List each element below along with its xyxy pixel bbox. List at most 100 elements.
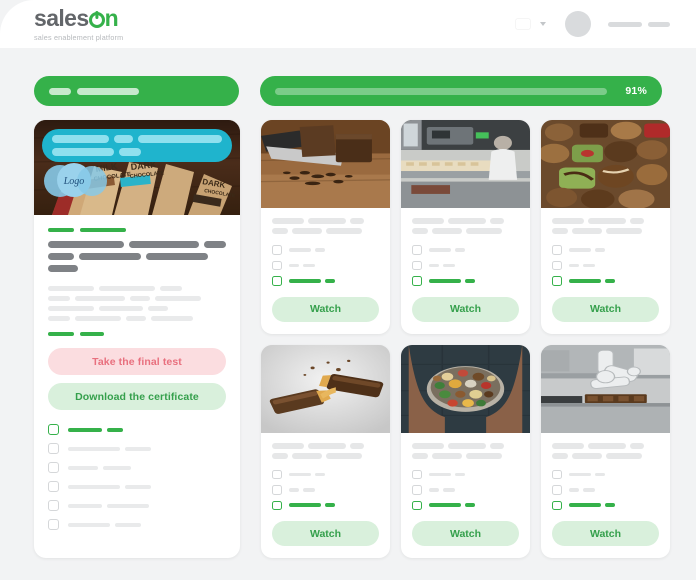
lesson-checklist-item[interactable]	[48, 462, 226, 473]
checkbox-icon[interactable]	[552, 469, 562, 479]
lesson-card-body: Watch	[261, 433, 390, 559]
checkbox-icon[interactable]	[48, 424, 59, 435]
lesson-checklist-item-label	[68, 427, 123, 432]
lesson-card-checklist-item-label	[428, 248, 465, 252]
lesson-hero-image: MILK CHOCOLATE DARK CHOCOLATE DARK CHOCO…	[34, 120, 240, 215]
take-final-test-button[interactable]: Take the final test	[48, 348, 226, 375]
lesson-card-title-row	[412, 442, 519, 449]
checkbox-icon[interactable]	[48, 443, 59, 454]
lesson-card-checklist-item[interactable]	[552, 260, 659, 270]
logo-tagline: sales enablement platform	[34, 32, 124, 42]
watch-button[interactable]: Watch	[552, 296, 659, 322]
watch-button[interactable]: Watch	[412, 521, 519, 546]
lesson-card-checklist-item-label	[428, 488, 455, 492]
brand-logo[interactable]: sales n sales enablement platform	[34, 6, 124, 42]
lesson-card-checklist-item[interactable]	[272, 276, 379, 286]
lesson-footer-dashes	[48, 332, 226, 336]
checkbox-icon[interactable]	[272, 500, 282, 510]
lesson-title-row	[48, 241, 226, 248]
lesson-card[interactable]: Watch	[401, 120, 530, 334]
lesson-card-checklist-item[interactable]	[272, 469, 379, 479]
checkbox-icon[interactable]	[552, 500, 562, 510]
checkbox-icon[interactable]	[272, 469, 282, 479]
checkbox-icon[interactable]	[412, 469, 422, 479]
lesson-card-title-row	[412, 218, 519, 224]
lesson-card-checklist-item-label	[288, 503, 335, 508]
lesson-eyebrow	[48, 228, 226, 232]
checkbox-icon[interactable]	[552, 260, 562, 270]
checkbox-icon[interactable]	[412, 500, 422, 510]
checkbox-icon[interactable]	[272, 276, 282, 286]
lesson-card-title-row	[272, 228, 379, 234]
checkbox-icon[interactable]	[272, 485, 282, 495]
checkbox-icon[interactable]	[48, 519, 59, 530]
lesson-checklist-item-label	[68, 484, 151, 489]
lesson-card-checklist	[412, 469, 519, 510]
lesson-card-checklist-item[interactable]	[412, 500, 519, 510]
checkbox-icon[interactable]	[48, 500, 59, 511]
lesson-card-checklist-item-label	[568, 263, 595, 267]
lesson-checklist-item[interactable]	[48, 519, 226, 530]
download-certificate-button[interactable]: Download the certificate	[48, 383, 226, 410]
checkbox-icon[interactable]	[552, 245, 562, 255]
lesson-card-checklist-item[interactable]	[412, 469, 519, 479]
lesson-card-checklist-item[interactable]	[412, 276, 519, 286]
lesson-card-checklist-item[interactable]	[272, 260, 379, 270]
checkbox-icon[interactable]	[412, 276, 422, 286]
lesson-card-checklist-item[interactable]	[412, 260, 519, 270]
lesson-card-checklist-item-label	[288, 248, 325, 252]
progress-row: 91%	[0, 76, 696, 108]
lesson-card-body: Watch	[261, 208, 390, 334]
checkbox-icon[interactable]	[48, 481, 59, 492]
lesson-card-body: Watch	[401, 433, 530, 559]
lesson-card-checklist-item-label	[568, 278, 615, 283]
lesson-card-checklist-item[interactable]	[552, 485, 659, 495]
lesson-card[interactable]: Watch	[401, 344, 530, 559]
checkbox-icon[interactable]	[412, 260, 422, 270]
checkbox-icon[interactable]	[272, 260, 282, 270]
lesson-card[interactable]: Watch	[261, 120, 390, 334]
lesson-card-checklist	[412, 245, 519, 286]
lesson-card-checklist-item[interactable]	[552, 500, 659, 510]
lesson-card-checklist-item[interactable]	[412, 245, 519, 255]
lesson-card[interactable]: Watch	[261, 344, 390, 559]
lesson-checklist-item[interactable]	[48, 443, 226, 454]
lesson-card-checklist	[552, 469, 659, 510]
watch-button[interactable]: Watch	[552, 521, 659, 546]
lesson-checklist-item[interactable]	[48, 481, 226, 492]
chevron-down-icon[interactable]	[540, 22, 546, 26]
lesson-card[interactable]: Watch	[541, 120, 670, 334]
lesson-card-checklist-item[interactable]	[272, 245, 379, 255]
checkbox-icon[interactable]	[272, 245, 282, 255]
lesson-card-checklist	[552, 245, 659, 286]
checkbox-icon[interactable]	[412, 485, 422, 495]
checkbox-icon[interactable]	[48, 462, 59, 473]
checkbox-icon[interactable]	[412, 245, 422, 255]
lesson-card[interactable]: Watch	[541, 344, 670, 558]
lesson-card-checklist-item[interactable]	[552, 469, 659, 479]
lesson-body-row	[48, 306, 226, 311]
lesson-card-checklist-item[interactable]	[272, 485, 379, 495]
avatar[interactable]	[565, 11, 591, 37]
checkbox-icon[interactable]	[552, 485, 562, 495]
lesson-card-checklist-item-label	[568, 472, 605, 476]
lesson-card-checklist-item[interactable]	[552, 245, 659, 255]
progress-track	[275, 87, 607, 95]
app-root: sales n sales enablement platform 91% MI…	[0, 0, 696, 580]
user-name-placeholder	[608, 21, 670, 27]
lesson-card-image	[261, 344, 390, 433]
power-o-icon	[88, 11, 105, 28]
lesson-card-grid: Watch Watch Watch Watch Watch Watch	[261, 120, 670, 558]
lesson-card-checklist-item[interactable]	[272, 500, 379, 510]
watch-button[interactable]: Watch	[412, 296, 519, 322]
poland-flag-icon[interactable]	[516, 19, 530, 29]
watch-button[interactable]: Watch	[272, 521, 379, 546]
checkbox-icon[interactable]	[552, 276, 562, 286]
hero-banner-row	[52, 135, 222, 143]
watch-button[interactable]: Watch	[272, 296, 379, 322]
lesson-checklist-item[interactable]	[48, 424, 226, 435]
lesson-card-checklist-item[interactable]	[412, 485, 519, 495]
lesson-checklist-item[interactable]	[48, 500, 226, 511]
lesson-card-checklist-item[interactable]	[552, 276, 659, 286]
module-progress-bar: 91%	[260, 76, 662, 106]
